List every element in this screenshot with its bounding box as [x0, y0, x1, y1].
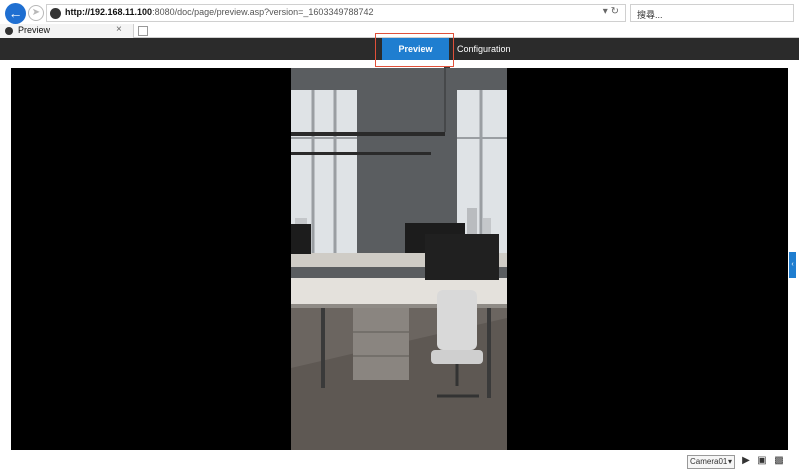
- back-arrow-icon[interactable]: ←: [5, 3, 26, 24]
- video-record-icon[interactable]: ▩: [772, 454, 786, 468]
- new-tab-icon[interactable]: [138, 26, 148, 36]
- camera-select[interactable]: Camera01 ▾: [687, 455, 735, 469]
- search-field[interactable]: 搜尋...: [630, 4, 794, 22]
- nav-configuration-tab[interactable]: Configuration: [457, 38, 511, 60]
- live-video-area: [11, 68, 788, 450]
- camera-icon[interactable]: ▣: [755, 454, 769, 468]
- camera-select-value: Camera01: [690, 457, 728, 466]
- url-host: http://192.168.11.100: [65, 7, 153, 17]
- play-icon[interactable]: ▶: [739, 454, 753, 468]
- forward-icon[interactable]: ➤: [28, 5, 44, 21]
- highlight-annotation: [375, 33, 454, 67]
- url-path: :8080/doc/page/preview.asp?version=_1603…: [152, 7, 374, 17]
- url-field[interactable]: http://192.168.11.100:8080/doc/page/prev…: [46, 4, 626, 22]
- refresh-icon[interactable]: ↻: [611, 6, 619, 17]
- playback-controls: Camera01 ▾ ▶ ▣ ▩: [0, 452, 799, 472]
- search-placeholder: 搜尋...: [637, 10, 663, 20]
- tab-preview[interactable]: Preview ×: [0, 24, 134, 38]
- browser-address-bar: ← ➤ http://192.168.11.100:8080/doc/page/…: [0, 0, 799, 24]
- dropdown-icon[interactable]: ▾: [603, 6, 608, 17]
- site-icon: [50, 8, 61, 19]
- close-icon[interactable]: ×: [116, 24, 122, 35]
- side-panel-toggle[interactable]: ‹: [789, 252, 796, 278]
- camera-feed: [291, 68, 507, 450]
- chevron-down-icon: ▾: [727, 457, 732, 466]
- tab-site-icon: [5, 27, 13, 35]
- tab-title: Preview: [18, 25, 51, 35]
- office-scene-image: [291, 68, 507, 450]
